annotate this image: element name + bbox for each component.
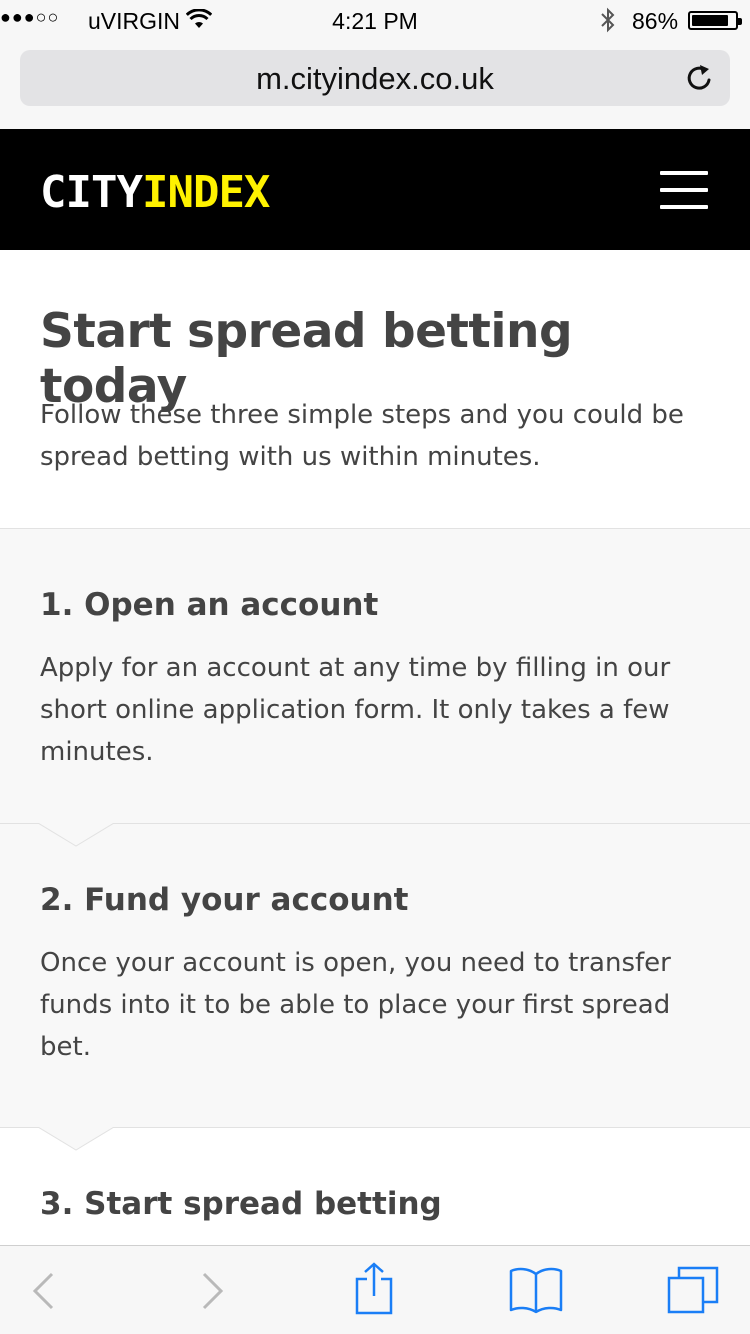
step-start-betting: 3. Start spread betting: [0, 1127, 750, 1245]
tabs-icon: [667, 1266, 719, 1314]
tabs-button[interactable]: [648, 1246, 738, 1334]
logo-index: INDEX: [141, 167, 270, 218]
url-text[interactable]: m.cityindex.co.uk: [20, 61, 730, 97]
logo-city: CITY: [40, 167, 143, 218]
bookmarks-button[interactable]: [490, 1246, 580, 1334]
reload-icon[interactable]: [684, 62, 716, 94]
step-divider-arrow: [38, 823, 114, 847]
battery-tip: [738, 18, 742, 25]
step-text: Once your account is open, you need to t…: [40, 948, 671, 1062]
share-icon: [355, 1262, 393, 1315]
battery-level-fill: [692, 15, 728, 26]
address-bar[interactable]: m.cityindex.co.uk: [20, 50, 730, 106]
step-title: 3. Start spread betting: [40, 1186, 442, 1222]
step-fund-account: 2. Fund your account Once your account i…: [0, 823, 750, 1127]
step-open-account: 1. Open an account Apply for an account …: [0, 528, 750, 823]
site-header: CITYINDEX: [0, 129, 750, 250]
battery-icon: [688, 11, 742, 30]
browser-top-chrome: ●●●○○ uVIRGIN 4:21 PM 86% m.cityindex.co…: [0, 0, 750, 129]
cityindex-logo[interactable]: CITYINDEX: [40, 167, 270, 218]
step-text: Apply for an account at any time by fill…: [40, 653, 671, 767]
status-bar: ●●●○○ uVIRGIN 4:21 PM 86%: [0, 0, 750, 40]
forward-button[interactable]: [168, 1246, 258, 1334]
battery-percent: 86%: [632, 8, 679, 34]
bluetooth-icon: [601, 7, 615, 33]
intro-section: Start spread betting today Follow these …: [0, 250, 750, 528]
step-title: 1. Open an account: [40, 587, 379, 623]
browser-toolbar: [0, 1245, 750, 1334]
back-icon: [32, 1272, 54, 1310]
step-divider-arrow: [38, 1127, 114, 1151]
menu-hamburger-icon[interactable]: [660, 171, 708, 209]
forward-icon: [202, 1272, 224, 1310]
intro-text: Follow these three simple steps and you …: [40, 400, 684, 472]
back-button[interactable]: [0, 1246, 90, 1334]
bookmarks-icon: [509, 1267, 563, 1314]
share-button[interactable]: [328, 1246, 418, 1334]
step-title: 2. Fund your account: [40, 882, 409, 918]
